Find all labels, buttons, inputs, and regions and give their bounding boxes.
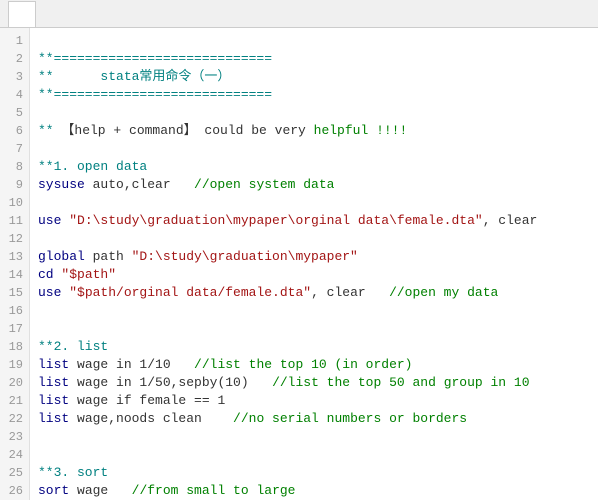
- line-number: 24: [0, 446, 29, 464]
- code-token: wage if female == 1: [69, 393, 225, 408]
- line-number: 4: [0, 86, 29, 104]
- code-token: ** stata常用命令（一）: [38, 69, 230, 84]
- code-token: //no serial numbers or borders: [233, 411, 467, 426]
- code-token: **3. sort: [38, 465, 108, 480]
- code-line: **============================: [38, 86, 590, 104]
- code-line: **2. list: [38, 338, 590, 356]
- line-number: 18: [0, 338, 29, 356]
- code-token: list: [38, 393, 69, 408]
- line-number: 2: [0, 50, 29, 68]
- line-number: 12: [0, 230, 29, 248]
- code-token: wage: [69, 483, 131, 498]
- code-token: **2. list: [38, 339, 108, 354]
- code-line: use "$path/orginal data/female.dta", cle…: [38, 284, 590, 302]
- code-token: //list the top 50 and group in 10: [272, 375, 529, 390]
- code-token: auto,clear: [85, 177, 194, 192]
- code-line: [38, 194, 590, 212]
- code-token: list: [38, 357, 69, 372]
- code-token: helpful !!!!: [314, 123, 408, 138]
- code-token: cd: [38, 267, 54, 282]
- code-content[interactable]: **============================ ** stata常用…: [30, 28, 598, 500]
- code-line: list wage,noods clean //no serial number…: [38, 410, 590, 428]
- line-number: 17: [0, 320, 29, 338]
- code-token: sort: [38, 483, 69, 498]
- code-line: use "D:\study\graduation\mypaper\orginal…: [38, 212, 590, 230]
- line-number: 20: [0, 374, 29, 392]
- line-number: 8: [0, 158, 29, 176]
- code-token: wage,noods clean: [69, 411, 233, 426]
- line-number: 10: [0, 194, 29, 212]
- line-number: 5: [0, 104, 29, 122]
- line-number: 14: [0, 266, 29, 284]
- code-token: "$path/orginal data/female.dta": [69, 285, 311, 300]
- code-token: //from small to large: [132, 483, 296, 498]
- code-line: **3. sort: [38, 464, 590, 482]
- editor-area: 1234567891011121314151617181920212223242…: [0, 28, 598, 500]
- code-line: ** stata常用命令（一）: [38, 68, 590, 86]
- line-number: 22: [0, 410, 29, 428]
- code-token: use: [38, 285, 61, 300]
- code-token: "D:\study\graduation\mypaper": [132, 249, 358, 264]
- code-line: list wage in 1/50,sepby(10) //list the t…: [38, 374, 590, 392]
- line-number: 7: [0, 140, 29, 158]
- code-token: wage in 1/50,sepby(10): [69, 375, 272, 390]
- line-number: 21: [0, 392, 29, 410]
- code-line: [38, 320, 590, 338]
- code-line: ** 【help + command】 could be very helpfu…: [38, 122, 590, 140]
- code-line: global path "D:\study\graduation\mypaper…: [38, 248, 590, 266]
- code-token: sysuse: [38, 177, 85, 192]
- code-token: //list the top 10 (in order): [194, 357, 412, 372]
- editor-tab[interactable]: [8, 1, 36, 27]
- code-line: **1. open data: [38, 158, 590, 176]
- line-number: 11: [0, 212, 29, 230]
- code-token: list: [38, 375, 69, 390]
- line-numbers: 1234567891011121314151617181920212223242…: [0, 28, 30, 500]
- code-token: wage in 1/10: [69, 357, 194, 372]
- code-token: 【help + command】 could be very: [61, 123, 313, 138]
- code-token: **============================: [38, 87, 272, 102]
- code-token: , clear: [311, 285, 389, 300]
- code-token: //open system data: [194, 177, 334, 192]
- code-line: [38, 302, 590, 320]
- line-number: 13: [0, 248, 29, 266]
- code-token: **============================: [38, 51, 272, 66]
- code-token: global: [38, 249, 85, 264]
- code-line: [38, 428, 590, 446]
- line-number: 15: [0, 284, 29, 302]
- line-number: 3: [0, 68, 29, 86]
- line-number: 19: [0, 356, 29, 374]
- line-number: 25: [0, 464, 29, 482]
- code-line: list wage in 1/10 //list the top 10 (in …: [38, 356, 590, 374]
- title-bar: [0, 0, 598, 28]
- code-token: , clear: [483, 213, 538, 228]
- line-number: 26: [0, 482, 29, 500]
- code-line: sysuse auto,clear //open system data: [38, 176, 590, 194]
- code-token: use: [38, 213, 61, 228]
- code-token: //open my data: [389, 285, 498, 300]
- code-line: list wage if female == 1: [38, 392, 590, 410]
- code-line: [38, 446, 590, 464]
- code-line: [38, 230, 590, 248]
- code-line: **============================: [38, 50, 590, 68]
- line-number: 6: [0, 122, 29, 140]
- line-number: 1: [0, 32, 29, 50]
- code-token: "$path": [61, 267, 116, 282]
- code-token: **: [38, 123, 61, 138]
- code-token: path: [85, 249, 132, 264]
- line-number: 23: [0, 428, 29, 446]
- code-line: [38, 140, 590, 158]
- code-token: list: [38, 411, 69, 426]
- code-line: [38, 32, 590, 50]
- code-token: **1. open data: [38, 159, 147, 174]
- code-line: cd "$path": [38, 266, 590, 284]
- code-line: [38, 104, 590, 122]
- line-number: 16: [0, 302, 29, 320]
- code-token: "D:\study\graduation\mypaper\orginal dat…: [69, 213, 482, 228]
- code-line: sort wage //from small to large: [38, 482, 590, 500]
- line-number: 9: [0, 176, 29, 194]
